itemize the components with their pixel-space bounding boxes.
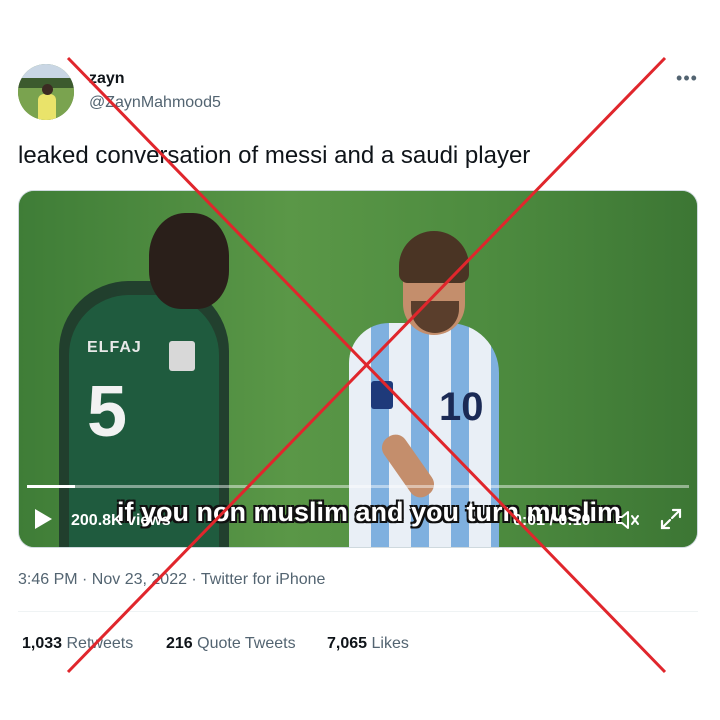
player-green-head [149,213,229,309]
jersey-number-striped: 10 [439,385,484,429]
video-progress [27,485,75,488]
retweets-count: 1,033 [22,635,63,652]
quote-count: 216 [166,635,193,652]
tweet-card: zayn @ZaynMahmood5 ••• leaked conversati… [0,0,720,720]
video-time: 0:01 / 0:10 [513,512,591,529]
author-display-name[interactable]: zayn [89,70,125,88]
likes-label: Likes [371,635,409,652]
avatar[interactable] [18,64,74,120]
video-scrubber[interactable] [27,485,689,488]
retweets-label: Retweets [66,635,134,652]
retweets-stat[interactable]: 1,033 Retweets [22,635,133,653]
volume-icon[interactable] [615,509,641,531]
quote-label: Quote Tweets [197,635,296,652]
video-player[interactable]: ELFAJ 5 10 if you non muslim and you tur… [18,190,698,548]
tweet-text: leaked conversation of messi and a saudi… [18,142,531,169]
divider [18,611,698,612]
tweet-timestamp[interactable]: 3:46 PM · Nov 23, 2022 · Twitter for iPh… [18,571,325,589]
jersey-badge [169,341,195,371]
jersey-badge-striped [371,381,393,409]
play-icon[interactable] [35,509,52,529]
likes-count: 7,065 [327,635,368,652]
quote-tweets-stat[interactable]: 216 Quote Tweets [166,635,296,653]
likes-stat[interactable]: 7,065 Likes [327,635,409,653]
jersey-name: ELFAJ [87,339,142,356]
more-icon[interactable]: ••• [672,68,702,92]
jersey-number-green: 5 [87,372,128,452]
expand-icon[interactable] [659,507,683,531]
author-handle[interactable]: @ZaynMahmood5 [89,94,221,112]
view-count: 200.8K views [71,512,171,529]
